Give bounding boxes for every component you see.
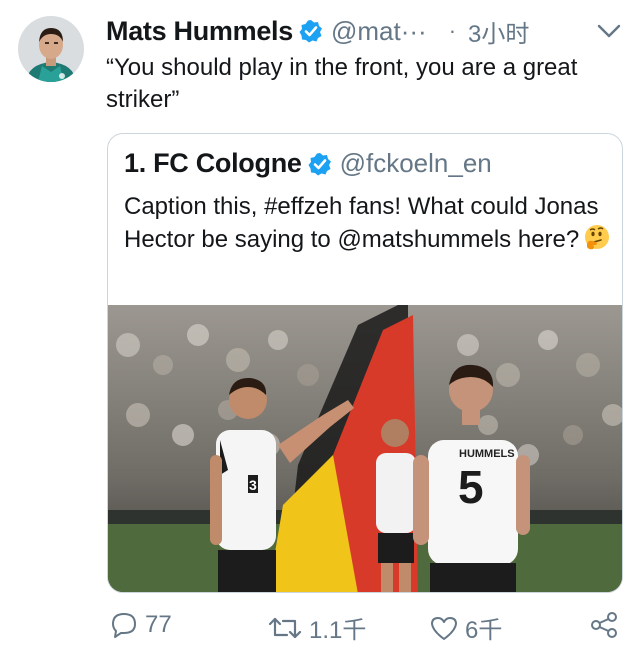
verified-badge-icon [299, 19, 323, 43]
tweet-text: “You should play in the front, you are a… [106, 54, 578, 113]
quoted-author-name[interactable]: 1. FC Cologne [124, 148, 302, 179]
photo-jersey-name: HUMMELS [459, 448, 515, 460]
retweet-button[interactable]: 1.1千 [267, 610, 366, 645]
author-name[interactable]: Mats Hummels [106, 16, 293, 47]
quoted-tweet-card[interactable]: 1. FC Cologne @fckoeln_en Caption this, … [107, 133, 623, 593]
retweet-icon [268, 617, 302, 638]
photo-number-3: 3 [249, 477, 257, 493]
avatar-image [18, 16, 84, 82]
thinking-face-icon [583, 224, 611, 252]
quoted-author-handle[interactable]: @fckoeln_en [340, 148, 492, 179]
tweet-timestamp[interactable]: 3小时 [468, 14, 529, 49]
quoted-tweet-text: Caption this, #effzeh fans! What could J… [124, 190, 614, 256]
like-button[interactable]: 6千 [429, 610, 502, 645]
chevron-down-icon[interactable] [596, 22, 622, 40]
author-handle[interactable]: @mat··· [331, 16, 427, 47]
heart-icon [431, 616, 457, 640]
reply-button[interactable]: 77 [109, 610, 172, 640]
reply-count: 77 [145, 611, 172, 638]
retweet-count: 1.1千 [309, 617, 367, 644]
reply-icon [112, 613, 136, 638]
tweet-actions: 77 1.1千 6千 [107, 610, 627, 646]
share-icon [591, 612, 617, 638]
tweet-header: Mats Hummels @mat··· · 3小时 [106, 12, 628, 50]
separator-dot: · [448, 18, 457, 43]
quoted-tweet-header: 1. FC Cologne @fckoeln_en [124, 148, 492, 179]
quoted-tweet-photo[interactable]: 3 HUMMELS 5 [108, 305, 622, 592]
quoted-tweet-body: Caption this, #effzeh fans! What could J… [124, 193, 599, 253]
like-count: 6千 [465, 617, 503, 644]
share-button[interactable] [589, 610, 625, 640]
verified-badge-icon [308, 152, 332, 176]
photo-jersey-number: 5 [458, 461, 484, 513]
author-avatar[interactable] [18, 16, 84, 82]
